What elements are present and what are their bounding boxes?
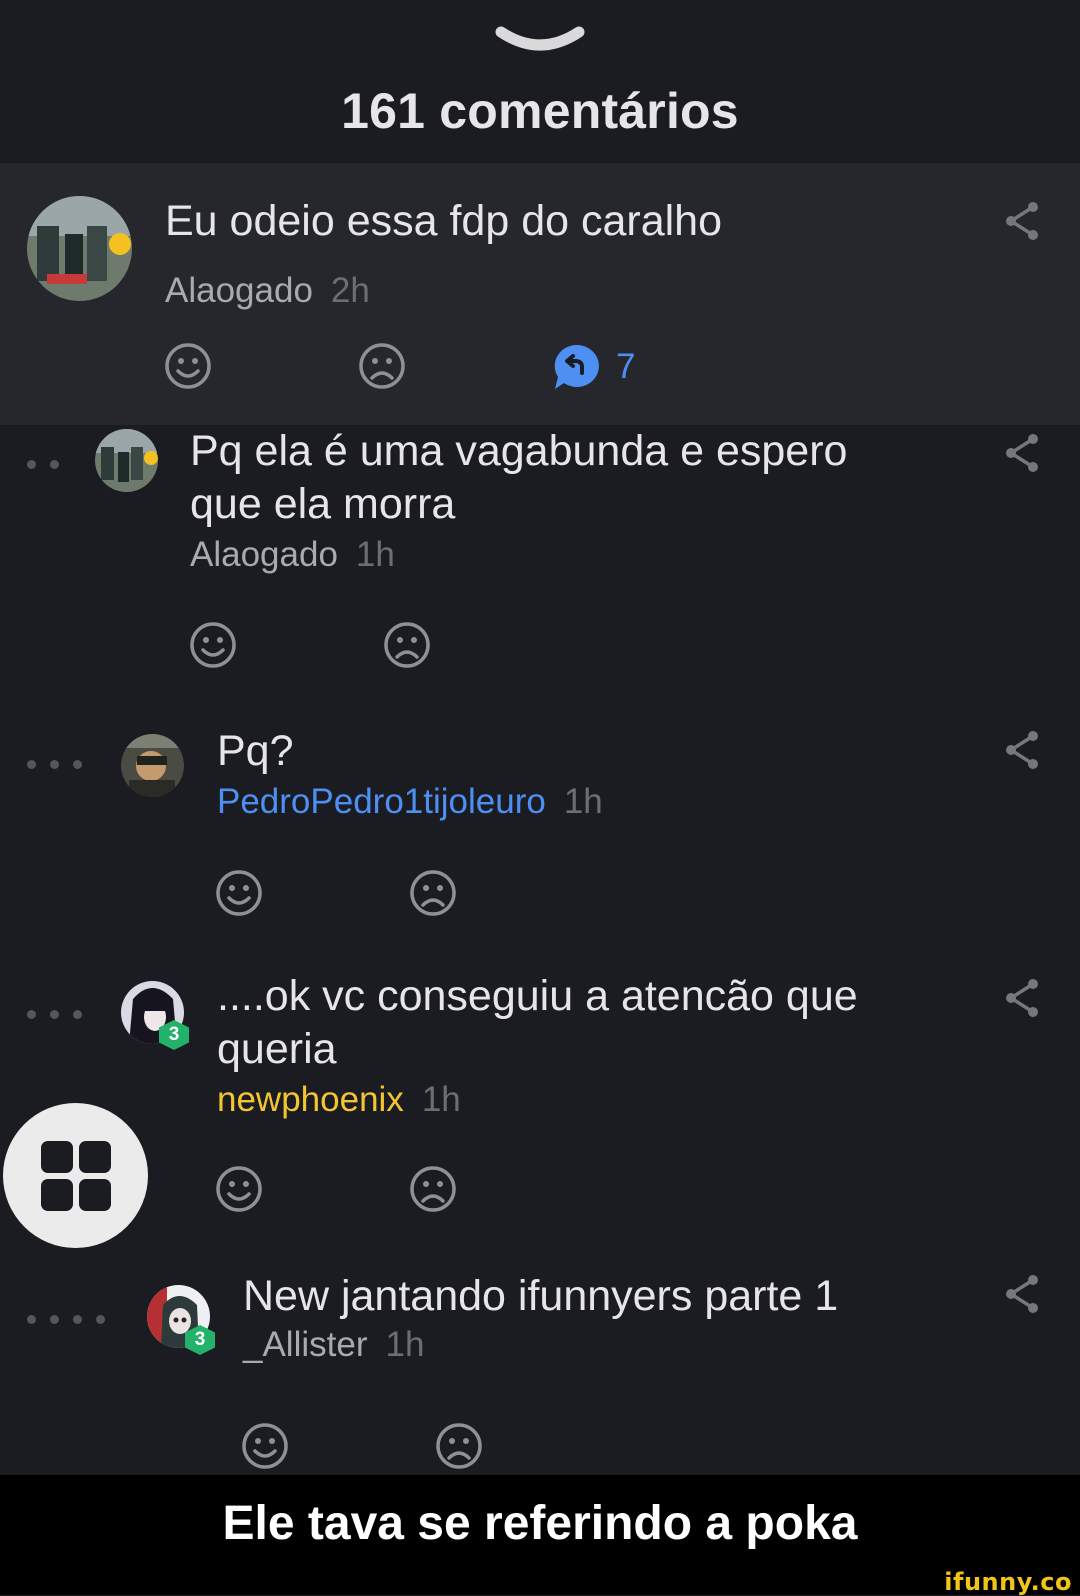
grid-menu-button[interactable] [3, 1103, 148, 1248]
comment-item[interactable]: 3 ....ok vc conseguiu a atencão que quer… [0, 972, 1080, 1245]
comment-item[interactable]: Pq ela é uma vagabunda e espero que ela … [0, 425, 1080, 715]
comment-item[interactable]: 3 New jantando ifunnyers parte 1 _Allist… [0, 1272, 1080, 1475]
comments-count-title: 161 comentários [341, 83, 739, 139]
smile-icon[interactable] [214, 868, 264, 918]
comment-item[interactable]: Eu odeio essa fdp do caralho Alaogado 2h … [0, 163, 1080, 425]
comment-username[interactable]: Alaogado [190, 535, 338, 574]
thread-indent [27, 760, 82, 769]
reply-count: 7 [616, 347, 636, 386]
comment-time: 1h [563, 782, 603, 821]
avatar[interactable] [27, 196, 132, 301]
avatar[interactable] [121, 734, 184, 797]
comment-meta: _Allister 1h [243, 1325, 424, 1365]
smile-icon[interactable] [214, 1164, 264, 1214]
comment-text: Eu odeio essa fdp do caralho [165, 197, 723, 245]
frown-icon[interactable] [434, 1421, 484, 1471]
frown-icon[interactable] [357, 341, 407, 391]
comment-username[interactable]: newphoenix [217, 1080, 404, 1119]
comment-text: Pq? [217, 727, 294, 775]
comments-header: 161 comentários [0, 0, 1080, 163]
reply-bubble-icon [554, 344, 599, 389]
comment-username[interactable]: PedroPedro1tijoleuro [217, 782, 546, 821]
thread-indent [27, 1315, 105, 1324]
comments-sheet: 161 comentários Eu odeio essa fdp do car… [0, 0, 1080, 1475]
smile-icon[interactable] [240, 1421, 290, 1471]
share-icon[interactable] [1005, 978, 1041, 1018]
comment-meta: Alaogado 2h [165, 271, 370, 311]
comment-time: 2h [330, 271, 370, 310]
meme-caption: Ele tava se referindo a poka [0, 1475, 1080, 1573]
share-icon[interactable] [1005, 730, 1041, 770]
share-icon[interactable] [1005, 1274, 1041, 1314]
comment-time: 1h [385, 1325, 425, 1364]
frown-icon[interactable] [382, 620, 432, 670]
thread-indent [27, 1010, 82, 1019]
comment-time: 1h [355, 535, 395, 574]
comment-username[interactable]: _Allister [243, 1325, 367, 1364]
chevron-down-icon[interactable] [495, 24, 585, 54]
share-icon[interactable] [1005, 433, 1041, 473]
comment-text: Pq ela é uma vagabunda e espero que ela … [190, 427, 848, 528]
share-icon[interactable] [1005, 201, 1041, 241]
frown-icon[interactable] [408, 868, 458, 918]
footer-bar [0, 1573, 1080, 1595]
thread-indent [27, 460, 59, 469]
comment-meta: Alaogado 1h [190, 535, 395, 575]
avatar[interactable] [95, 429, 158, 492]
comment-time: 1h [421, 1080, 461, 1119]
comment-item[interactable]: Pq? PedroPedro1tijoleuro 1h [0, 725, 1080, 960]
smile-icon[interactable] [163, 341, 213, 391]
ifunny-watermark: ifunny.co [944, 1568, 1072, 1596]
comment-meta: newphoenix 1h [217, 1080, 461, 1120]
comment-meta: PedroPedro1tijoleuro 1h [217, 782, 603, 822]
comment-text: ....ok vc conseguiu a atencão que queria [217, 972, 858, 1073]
frown-icon[interactable] [408, 1164, 458, 1214]
smile-icon[interactable] [188, 620, 238, 670]
comment-username[interactable]: Alaogado [165, 271, 313, 310]
comment-text: New jantando ifunnyers parte 1 [243, 1272, 839, 1320]
replies-button[interactable]: 7 [552, 343, 635, 391]
